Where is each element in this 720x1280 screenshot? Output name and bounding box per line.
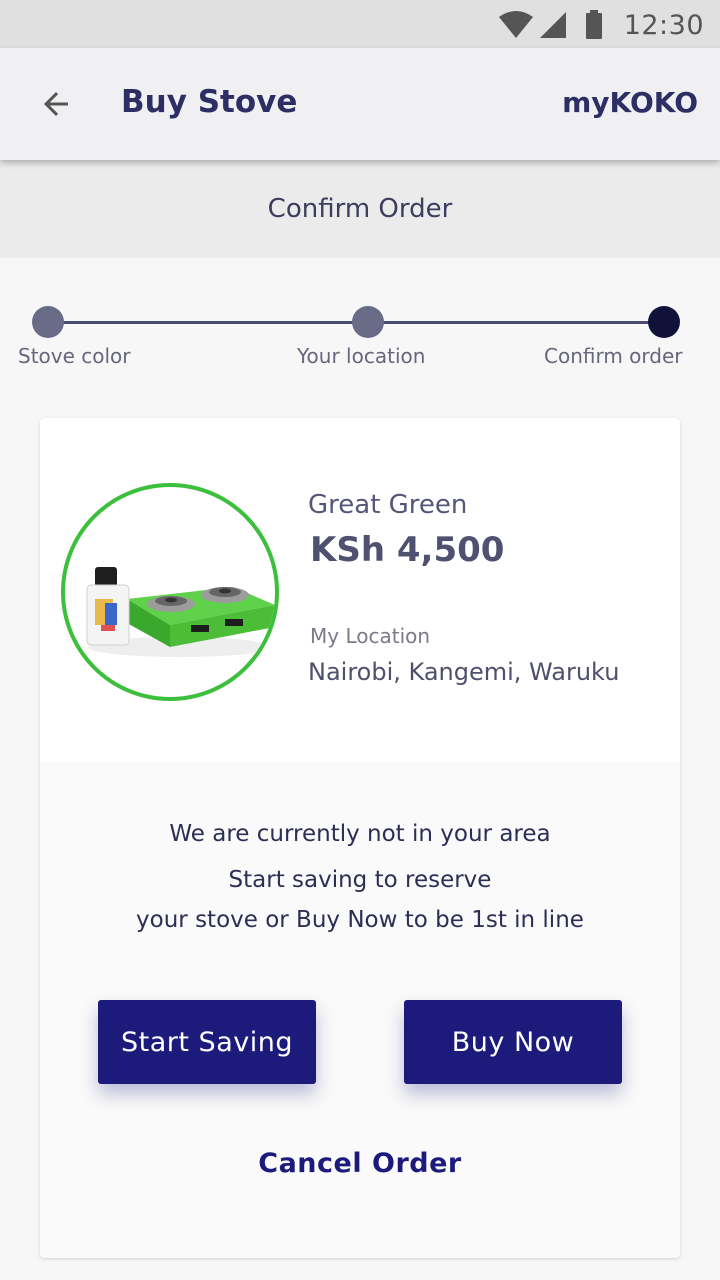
arrow-back-icon	[44, 92, 68, 116]
section-title: Confirm Order	[0, 160, 720, 258]
availability-message: We are currently not in your area Start …	[40, 814, 680, 940]
step-dot-confirm-order[interactable]	[648, 306, 680, 338]
brand-label: myKOKO	[562, 86, 698, 119]
app-bar: Buy Stove myKOKO	[0, 48, 720, 160]
message-line: your stove or Buy Now to be 1st in line	[136, 907, 584, 933]
wifi-icon	[499, 11, 533, 38]
order-stepper: Stove color Your location Confirm order	[0, 290, 720, 380]
step-dot-your-location[interactable]	[352, 306, 384, 338]
start-saving-button[interactable]: Start Saving	[98, 1000, 316, 1084]
product-name: Great Green	[308, 490, 468, 520]
location-label: My Location	[310, 624, 431, 648]
product-image	[61, 483, 279, 701]
step-connector	[368, 321, 664, 324]
step-label-confirm-order: Confirm order	[544, 344, 683, 368]
step-label-stove-color: Stove color	[18, 344, 131, 368]
stove-illustration	[86, 567, 275, 657]
back-button[interactable]	[32, 82, 80, 126]
cell-signal-icon	[540, 12, 566, 38]
message-line: We are currently not in your area	[169, 821, 551, 847]
cancel-order-button[interactable]: Cancel Order	[40, 1148, 680, 1179]
step-connector	[48, 321, 368, 324]
status-bar: 12:30	[0, 0, 720, 48]
product-price: KSh 4,500	[310, 530, 505, 570]
step-dot-stove-color[interactable]	[32, 306, 64, 338]
status-icons	[498, 10, 608, 40]
step-label-your-location: Your location	[297, 344, 426, 368]
app-bar-title: Buy Stove	[121, 84, 298, 120]
location-value: Nairobi, Kangemi, Waruku	[308, 658, 620, 686]
status-time: 12:30	[623, 10, 704, 41]
product-summary: Great Green KSh 4,500 My Location Nairob…	[40, 418, 680, 762]
buy-now-button[interactable]: Buy Now	[404, 1000, 622, 1084]
order-card: Great Green KSh 4,500 My Location Nairob…	[40, 418, 680, 1258]
message-line: Start saving to reserve	[228, 867, 492, 893]
battery-icon	[586, 10, 602, 39]
